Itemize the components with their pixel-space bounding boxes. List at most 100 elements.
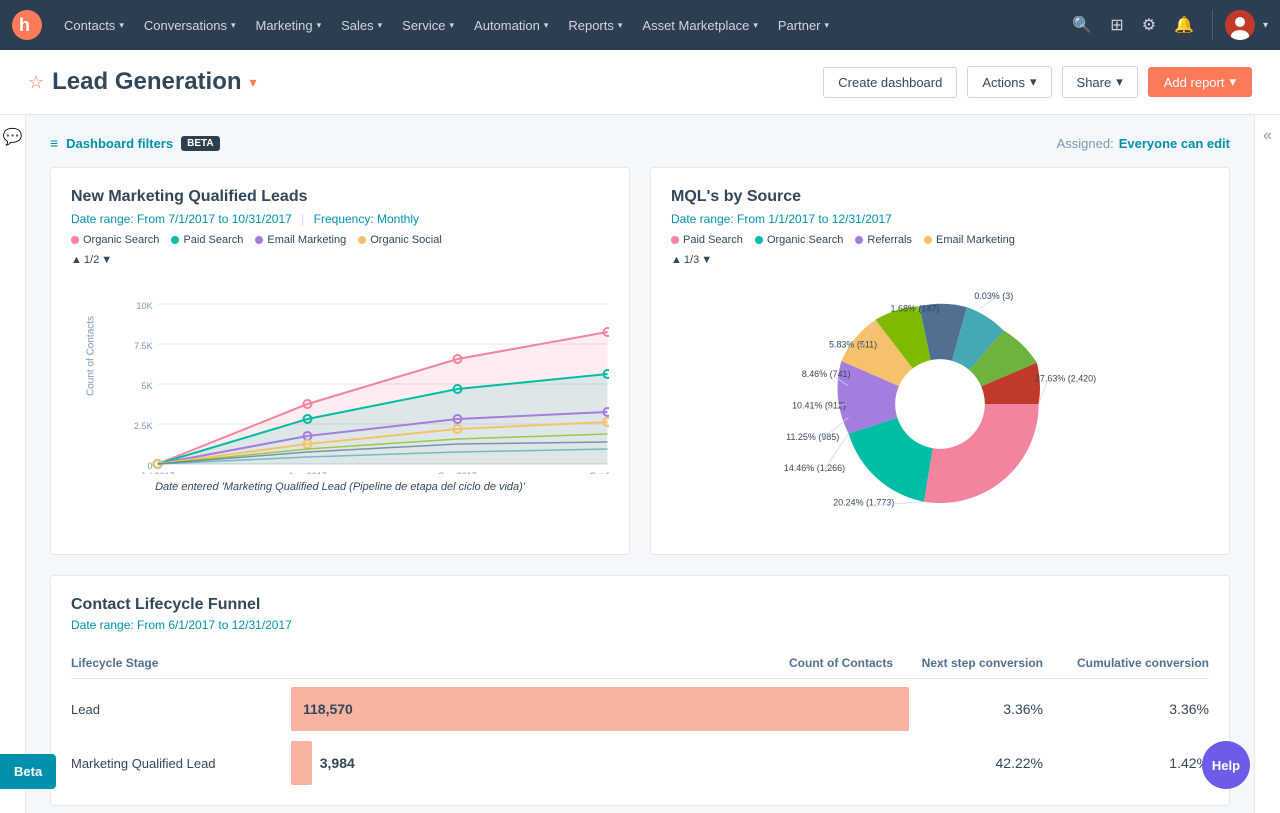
dashboard-filters-label[interactable]: Dashboard filters: [66, 136, 173, 151]
svg-text:Jul 2017: Jul 2017: [140, 471, 174, 474]
pie-chart-container: 27.63% (2,420) 20.24% (1,773) 14.46% (1,…: [671, 274, 1209, 534]
line-chart-svg: 0 2.5K 5K 7.5K 10K: [116, 274, 609, 474]
svg-text:7.5K: 7.5K: [134, 341, 153, 351]
nav-item-partner[interactable]: Partner▾: [768, 0, 839, 50]
beta-badge: BETA: [181, 136, 219, 151]
chart1-pagination: ▲ 1/2 ▼: [71, 254, 609, 266]
assigned-prefix: Assigned:: [1057, 136, 1114, 151]
legend-item-organic-social: Organic Social: [358, 234, 442, 246]
chart1-x-label: Date entered 'Marketing Qualified Lead (…: [71, 481, 609, 493]
svg-text:8.46% (741): 8.46% (741): [802, 369, 851, 379]
svg-text:20.24% (1,773): 20.24% (1,773): [833, 497, 894, 507]
nav-item-marketing[interactable]: Marketing▾: [245, 0, 331, 50]
collapse-right-icon[interactable]: «: [1263, 127, 1272, 145]
page-header: ☆ Lead Generation ▾ Create dashboard Act…: [0, 50, 1280, 115]
funnel-next-step-mql: 42.22%: [909, 755, 1059, 771]
header-actions: Create dashboard Actions ▾ Share ▾ Add r…: [823, 66, 1252, 98]
funnel-next-step-lead: 3.36%: [909, 701, 1059, 717]
funnel-table-header: Lifecycle Stage Count of Contacts Next s…: [71, 648, 1209, 679]
funnel-count-mql: 3,984: [320, 755, 355, 771]
notifications-button[interactable]: 🔔: [1168, 9, 1200, 41]
chat-icon[interactable]: 💬: [3, 127, 23, 147]
funnel-title: Contact Lifecycle Funnel: [71, 596, 1209, 614]
legend-item-email-marketing-2: Email Marketing: [924, 234, 1015, 246]
tri-up-icon[interactable]: ▲: [71, 254, 82, 266]
svg-text:11.25% (985): 11.25% (985): [786, 432, 839, 442]
legend-item-email-marketing: Email Marketing: [255, 234, 346, 246]
filters-bar: ≡ Dashboard filters BETA Assigned: Every…: [50, 135, 1230, 151]
svg-text:5K: 5K: [141, 381, 152, 391]
chart2-pagination: ▲ 1/3 ▼: [671, 254, 1209, 266]
top-nav: h Contacts▾ Conversations▾ Marketing▾ Sa…: [0, 0, 1280, 50]
funnel-card: Contact Lifecycle Funnel Date range: Fro…: [50, 575, 1230, 806]
header-next-step: Next step conversion: [909, 656, 1059, 670]
funnel-label-mql: Marketing Qualified Lead: [71, 756, 291, 771]
chart2-tri-up-icon[interactable]: ▲: [671, 254, 682, 266]
create-dashboard-button[interactable]: Create dashboard: [823, 67, 957, 98]
legend-item-organic-search: Organic Search: [71, 234, 159, 246]
funnel-cumulative-mql: 1.42%: [1059, 755, 1209, 771]
nav-item-sales[interactable]: Sales▾: [331, 0, 392, 50]
right-expand-panel: «: [1254, 115, 1280, 813]
share-button[interactable]: Share ▾: [1062, 66, 1138, 98]
hubspot-logo[interactable]: h: [12, 10, 42, 40]
chart2-tri-down-icon[interactable]: ▼: [701, 254, 712, 266]
beta-button[interactable]: Beta: [0, 754, 56, 789]
share-caret-icon: ▾: [1116, 74, 1123, 90]
legend-item-paid-search-2: Paid Search: [671, 234, 743, 246]
svg-text:14.46% (1,266): 14.46% (1,266): [784, 463, 845, 473]
page-title-area: ☆ Lead Generation ▾: [28, 68, 257, 96]
left-side-panel: 💬: [0, 115, 26, 813]
legend-item-organic-search-2: Organic Search: [755, 234, 843, 246]
legend-item-referrals: Referrals: [855, 234, 912, 246]
funnel-cumulative-lead: 3.36%: [1059, 701, 1209, 717]
marketplace-button[interactable]: ⊞: [1104, 9, 1129, 41]
funnel-count-lead: 118,570: [303, 701, 353, 717]
avatar[interactable]: [1225, 10, 1255, 40]
svg-text:2.5K: 2.5K: [134, 421, 153, 431]
filters-icon: ≡: [50, 135, 58, 151]
mql-source-pie-card: MQL's by Source Date range: From 1/1/201…: [650, 167, 1230, 555]
search-button[interactable]: 🔍: [1066, 9, 1098, 41]
page-title: Lead Generation: [52, 68, 241, 96]
svg-text:0.03% (3): 0.03% (3): [974, 291, 1013, 301]
svg-text:Aug 2017: Aug 2017: [288, 471, 327, 474]
chart1-date-range: Date range: From 7/1/2017 to 10/31/2017: [71, 212, 292, 226]
nav-item-automation[interactable]: Automation▾: [464, 0, 558, 50]
actions-button[interactable]: Actions ▾: [967, 66, 1051, 98]
svg-text:1.68% (147): 1.68% (147): [891, 304, 940, 314]
nav-item-asset-marketplace[interactable]: Asset Marketplace▾: [632, 0, 767, 50]
actions-caret-icon: ▾: [1030, 74, 1037, 90]
tri-down-icon[interactable]: ▼: [101, 254, 112, 266]
funnel-date-range: Date range: From 6/1/2017 to 12/31/2017: [71, 618, 1209, 632]
favorite-star-icon[interactable]: ☆: [28, 72, 44, 93]
add-report-button[interactable]: Add report ▾: [1148, 67, 1252, 97]
svg-text:Oct 2017: Oct 2017: [589, 471, 609, 474]
legend-item-paid-search: Paid Search: [171, 234, 243, 246]
nav-item-contacts[interactable]: Contacts▾: [54, 0, 134, 50]
nav-expand-caret[interactable]: ▾: [1263, 20, 1268, 31]
funnel-row-lead: Lead 118,570 3.36% 3.36%: [71, 687, 1209, 731]
chart2-date-range: Date range: From 1/1/2017 to 12/31/2017: [671, 212, 892, 226]
mql-line-chart-card: New Marketing Qualified Leads Date range…: [50, 167, 630, 555]
nav-item-reports[interactable]: Reports▾: [558, 0, 632, 50]
nav-divider: [1212, 10, 1213, 40]
add-report-caret-icon: ▾: [1229, 74, 1236, 90]
svg-text:10.41% (912): 10.41% (912): [792, 400, 846, 410]
svg-text:27.63% (2,420): 27.63% (2,420): [1035, 374, 1096, 384]
title-dropdown-icon[interactable]: ▾: [250, 74, 257, 91]
svg-text:5.83% (511): 5.83% (511): [829, 340, 877, 350]
settings-button[interactable]: ⚙: [1136, 9, 1162, 41]
main-content: ≡ Dashboard filters BETA Assigned: Every…: [26, 115, 1254, 813]
chart2-title: MQL's by Source: [671, 188, 1209, 206]
nav-item-conversations[interactable]: Conversations▾: [134, 0, 246, 50]
chart1-frequency: Frequency: Monthly: [314, 212, 419, 226]
chart1-title: New Marketing Qualified Leads: [71, 188, 609, 206]
help-button[interactable]: Help: [1202, 741, 1250, 789]
assigned-link[interactable]: Everyone can edit: [1119, 136, 1230, 151]
funnel-row-mql: Marketing Qualified Lead 3,984 42.22% 1.…: [71, 741, 1209, 785]
funnel-bar-cell-lead: 118,570: [291, 687, 909, 731]
nav-item-service[interactable]: Service▾: [392, 0, 464, 50]
header-cumulative: Cumulative conversion: [1059, 656, 1209, 670]
svg-text:0: 0: [147, 461, 152, 471]
